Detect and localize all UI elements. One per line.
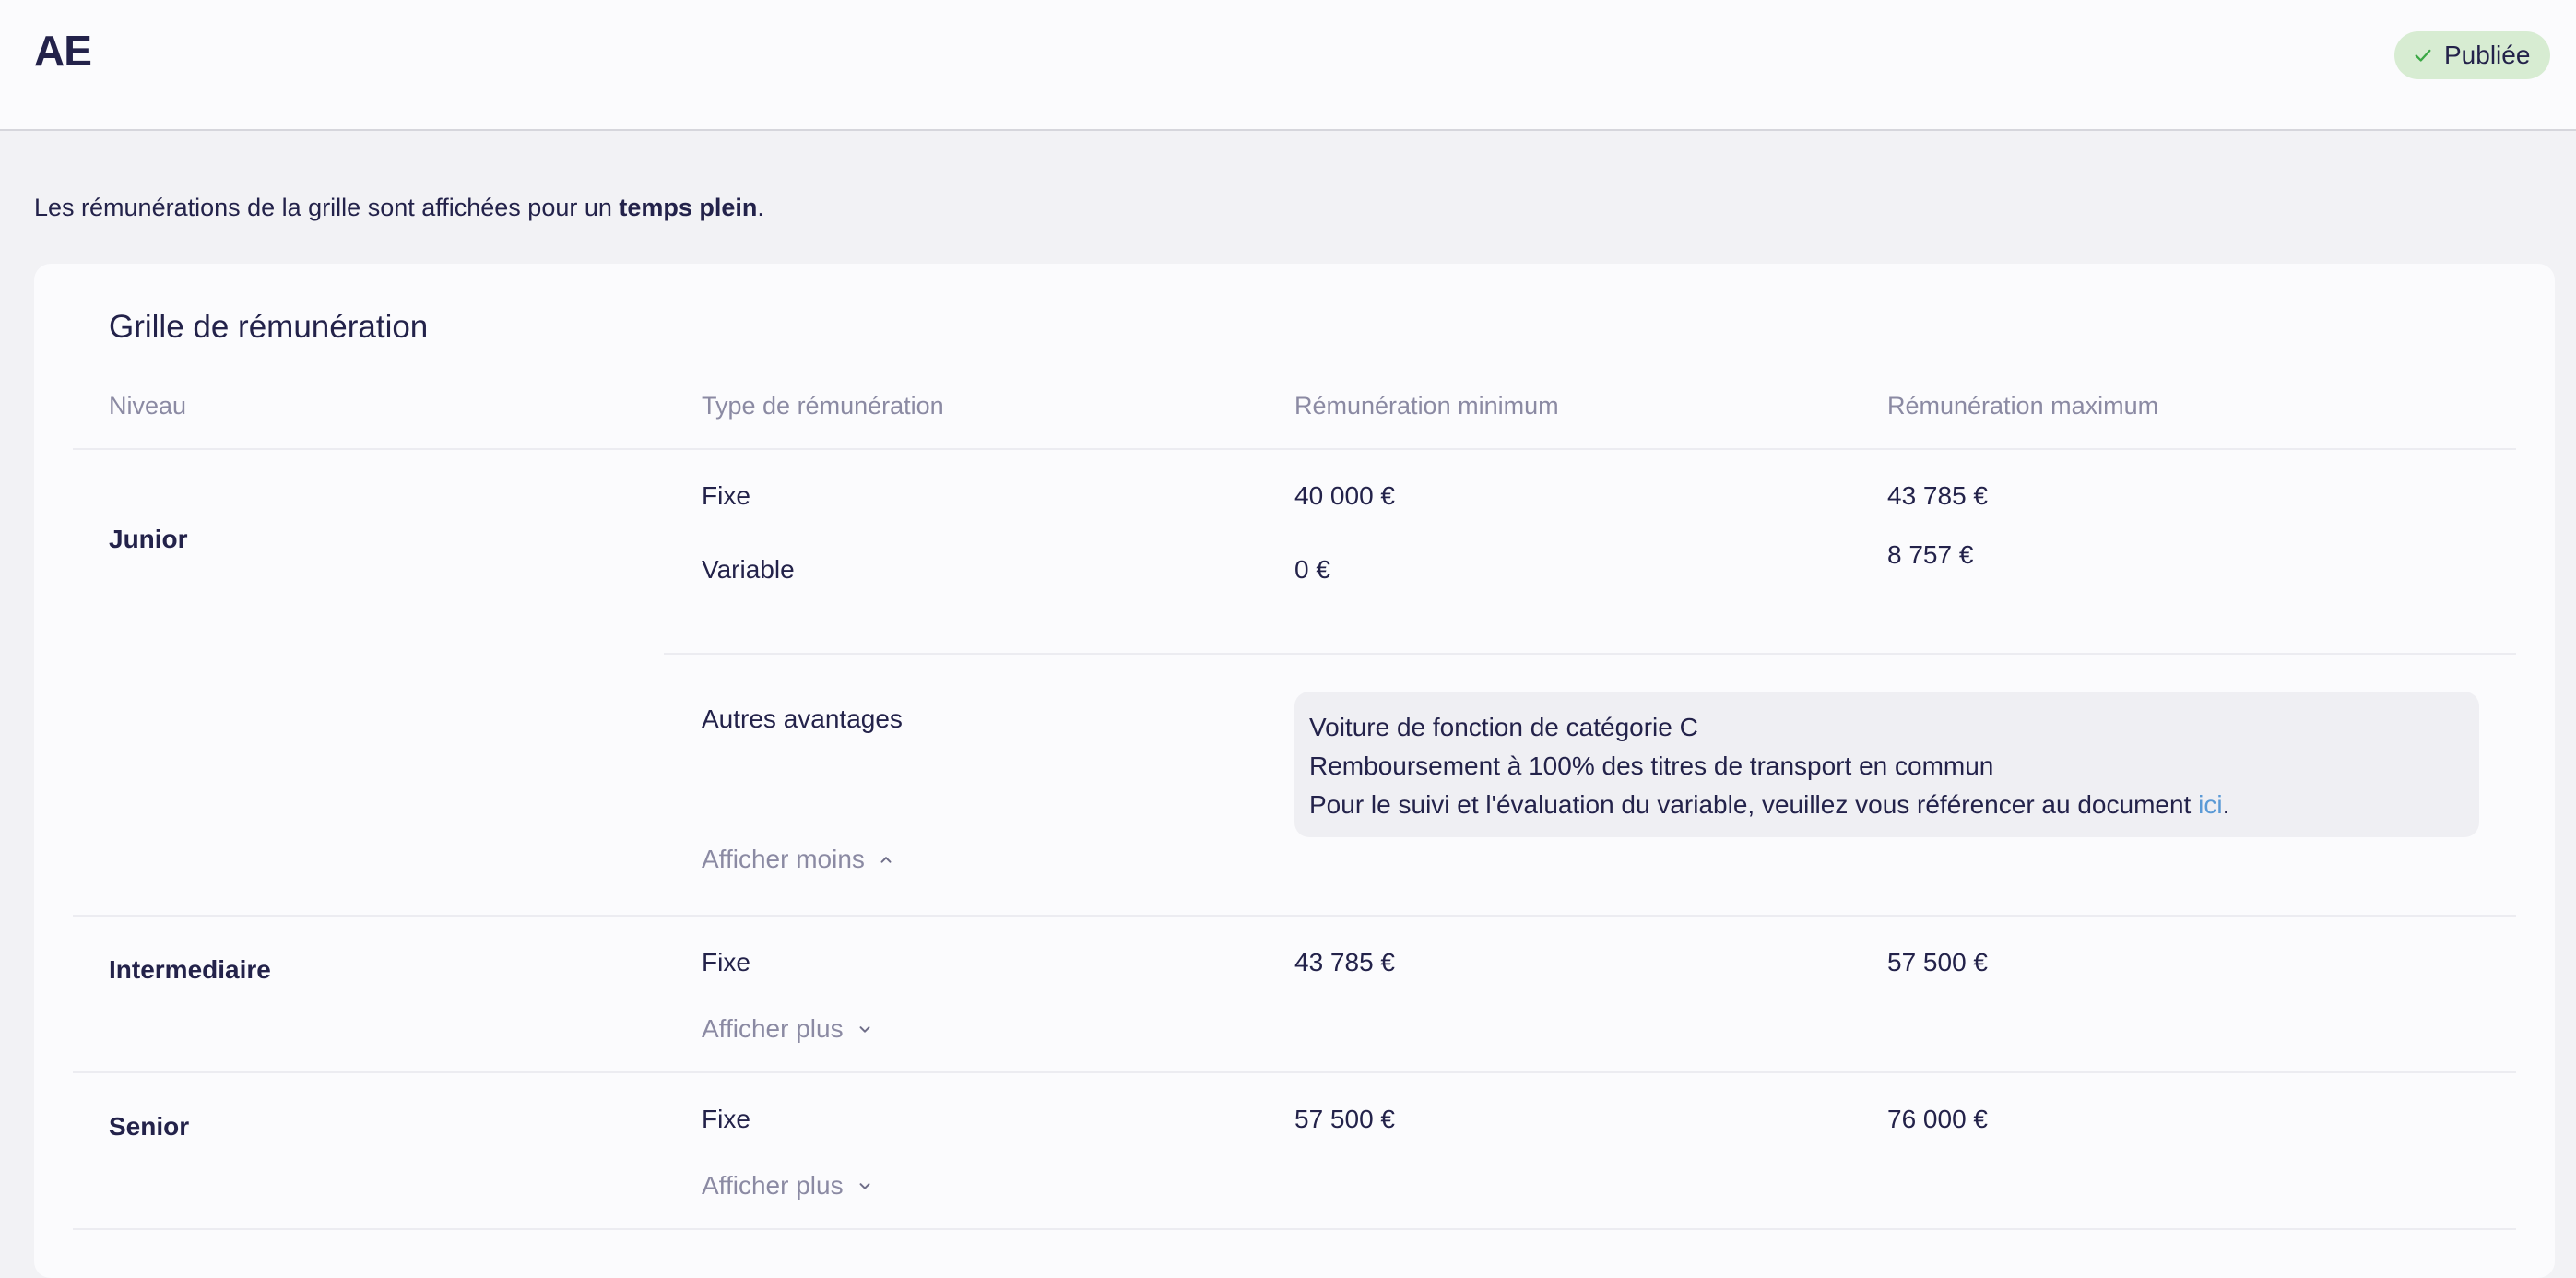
compensation-grid-card: Grille de rémunération Niveau Type de ré… bbox=[34, 264, 2555, 1278]
divider bbox=[73, 915, 2516, 917]
benefit-line: Voiture de fonction de catégorie C bbox=[1309, 713, 1698, 741]
intro-text: Les rémunérations de la grille sont affi… bbox=[34, 194, 764, 222]
intermediaire-fixe-min: 43 785 € bbox=[1294, 948, 1395, 976]
toggle-label: Afficher plus bbox=[702, 1014, 844, 1043]
benefit-text: . bbox=[2222, 790, 2230, 819]
show-more-button[interactable]: Afficher plus bbox=[702, 1014, 873, 1044]
intro-bold: temps plein bbox=[619, 194, 758, 221]
show-less-button[interactable]: Afficher moins bbox=[702, 845, 894, 874]
divider bbox=[664, 653, 2516, 655]
level-junior: Junior bbox=[109, 525, 188, 553]
check-icon bbox=[2415, 49, 2431, 62]
chevron-down-icon bbox=[859, 1026, 870, 1033]
benefit-line: Pour le suivi et l'évaluation du variabl… bbox=[1309, 786, 2464, 824]
column-header-level: Niveau bbox=[109, 392, 187, 420]
junior-variable-max: 8 757 € bbox=[1887, 540, 1974, 569]
senior-fixe-max: 76 000 € bbox=[1887, 1105, 1988, 1133]
status-badge: Publiée bbox=[2394, 31, 2551, 79]
divider bbox=[73, 1228, 2516, 1230]
toggle-label: Afficher plus bbox=[702, 1171, 844, 1200]
status-label: Publiée bbox=[2444, 41, 2531, 69]
intro-suffix: . bbox=[757, 194, 764, 221]
chevron-up-icon bbox=[880, 857, 892, 863]
benefit-line: Remboursement à 100% des titres de trans… bbox=[1309, 751, 1994, 780]
intermediaire-type-fixe: Fixe bbox=[702, 948, 750, 976]
senior-fixe-min: 57 500 € bbox=[1294, 1105, 1395, 1133]
intermediaire-fixe-max: 57 500 € bbox=[1887, 948, 1988, 976]
chevron-down-icon bbox=[859, 1183, 870, 1189]
junior-fixe-max: 43 785 € bbox=[1887, 481, 1988, 510]
toggle-label: Afficher moins bbox=[702, 845, 865, 873]
senior-type-fixe: Fixe bbox=[702, 1105, 750, 1133]
page-title: AE bbox=[34, 27, 92, 75]
junior-variable-min: 0 € bbox=[1294, 555, 1330, 584]
intro-prefix: Les rémunérations de la grille sont affi… bbox=[34, 194, 620, 221]
grid-title: Grille de rémunération bbox=[109, 309, 429, 345]
junior-type-variable: Variable bbox=[702, 555, 795, 584]
divider bbox=[73, 1071, 2516, 1073]
junior-benefits-box: Voiture de fonction de catégorie C Rembo… bbox=[1294, 692, 2479, 837]
column-header-max: Rémunération maximum bbox=[1887, 392, 2159, 420]
benefit-text: Pour le suivi et l'évaluation du variabl… bbox=[1309, 790, 2199, 819]
document-link[interactable]: ici bbox=[2198, 790, 2222, 819]
level-intermediaire: Intermediaire bbox=[109, 955, 271, 984]
column-header-type: Type de rémunération bbox=[702, 392, 944, 420]
divider bbox=[73, 448, 2516, 450]
junior-benefits-label: Autres avantages bbox=[702, 704, 903, 733]
column-header-min: Rémunération minimum bbox=[1294, 392, 1559, 420]
page-header: AE Publiée bbox=[0, 0, 2576, 131]
junior-type-fixe: Fixe bbox=[702, 481, 750, 510]
junior-fixe-min: 40 000 € bbox=[1294, 481, 1395, 510]
level-senior: Senior bbox=[109, 1112, 190, 1141]
show-more-button[interactable]: Afficher plus bbox=[702, 1171, 873, 1201]
